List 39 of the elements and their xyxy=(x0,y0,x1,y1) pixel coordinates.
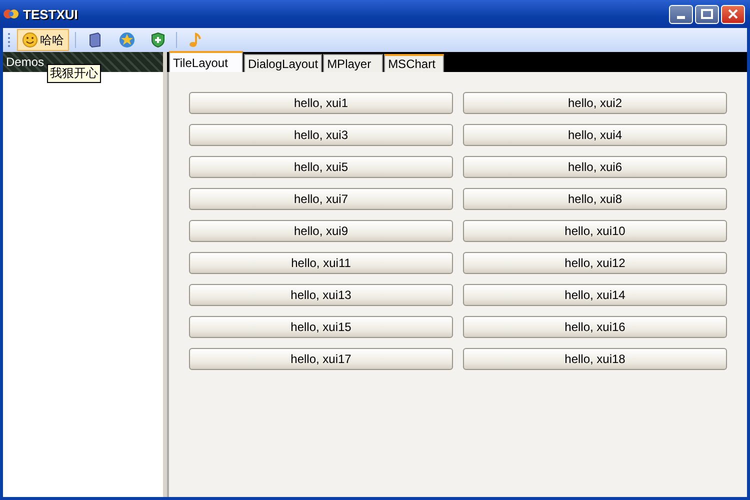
hello-button[interactable]: hello, xui2 xyxy=(463,92,727,114)
tab[interactable]: MPlayer xyxy=(323,54,384,72)
tab[interactable]: DialogLayout xyxy=(244,54,322,72)
app-icon xyxy=(3,7,19,21)
book-icon xyxy=(87,32,103,48)
hello-button[interactable]: hello, xui12 xyxy=(463,252,727,274)
hello-button[interactable]: hello, xui3 xyxy=(189,124,453,146)
hello-button[interactable]: hello, xui4 xyxy=(463,124,727,146)
tooltip: 我狠开心 xyxy=(47,64,101,83)
maximize-button[interactable] xyxy=(695,4,719,24)
hello-button[interactable]: hello, xui17 xyxy=(189,348,453,370)
hello-button[interactable]: hello, xui9 xyxy=(189,220,453,242)
shield-icon xyxy=(151,32,165,48)
minimize-icon xyxy=(677,16,685,18)
close-button[interactable] xyxy=(721,4,745,24)
hello-button[interactable]: hello, xui6 xyxy=(463,156,727,178)
star-icon xyxy=(119,32,135,48)
sidebar-title: Demos xyxy=(5,55,44,69)
maximize-icon xyxy=(701,9,713,19)
hello-button[interactable]: hello, xui1 xyxy=(189,92,453,114)
close-icon xyxy=(728,9,738,19)
hello-button[interactable]: hello, xui15 xyxy=(189,316,453,338)
hello-button[interactable]: hello, xui8 xyxy=(463,188,727,210)
hello-button[interactable]: hello, xui10 xyxy=(463,220,727,242)
hello-button[interactable]: hello, xui16 xyxy=(463,316,727,338)
hello-button[interactable]: hello, xui11 xyxy=(189,252,453,274)
hello-button[interactable]: hello, xui5 xyxy=(189,156,453,178)
grip-icon xyxy=(7,32,11,48)
music-note-icon xyxy=(188,32,202,48)
tab[interactable]: MSChart xyxy=(384,54,444,72)
toolbar-button[interactable]: 哈哈 xyxy=(17,29,69,51)
hello-button[interactable]: hello, xui13 xyxy=(189,284,453,306)
tab[interactable]: TileLayout xyxy=(169,51,243,72)
hello-button[interactable]: hello, xui7 xyxy=(189,188,453,210)
window-title: TESTXUI xyxy=(23,6,78,22)
hello-button[interactable]: hello, xui14 xyxy=(463,284,727,306)
hello-button[interactable]: hello, xui18 xyxy=(463,348,727,370)
minimize-button[interactable] xyxy=(669,4,693,24)
smiley-icon xyxy=(22,32,38,48)
